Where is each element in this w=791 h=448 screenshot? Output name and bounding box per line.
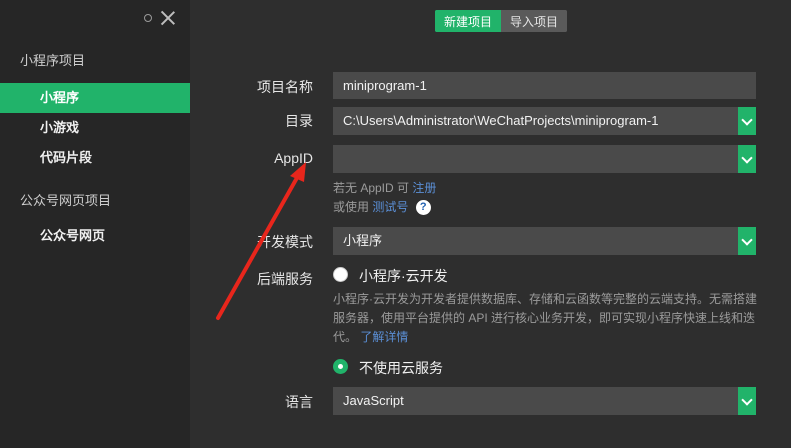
- appid-label: AppID: [274, 150, 313, 166]
- tab-new-project[interactable]: 新建项目: [435, 10, 502, 32]
- chevron-down-icon: [741, 233, 753, 246]
- close-icon[interactable]: [160, 10, 176, 26]
- dev-mode-value: 小程序: [343, 233, 383, 248]
- circle-icon[interactable]: [144, 14, 152, 22]
- directory-dropdown-button[interactable]: [738, 107, 756, 135]
- language-select[interactable]: JavaScript: [333, 387, 756, 415]
- learn-more-link[interactable]: 了解详情: [360, 330, 408, 344]
- dev-mode-select[interactable]: 小程序: [333, 227, 756, 255]
- sidebar: 小程序项目 小程序 小游戏 代码片段 公众号网页项目 公众号网页: [0, 0, 190, 448]
- language-dropdown-button[interactable]: [738, 387, 756, 415]
- project-mode-tabs: 新建项目 导入项目: [435, 10, 568, 32]
- project-name-label: 项目名称: [257, 79, 313, 95]
- cloud-dev-description: 小程序·云开发为开发者提供数据库、存储和云函数等完整的云端支持。无需搭建服务器，…: [333, 290, 763, 347]
- dev-mode-dropdown-button[interactable]: [738, 227, 756, 255]
- sidebar-item-official-webpage[interactable]: 公众号网页: [0, 221, 190, 251]
- language-label: 语言: [285, 394, 313, 410]
- sidebar-section-webpage: 公众号网页项目: [20, 193, 112, 208]
- tab-import-project[interactable]: 导入项目: [501, 10, 568, 32]
- directory-label: 目录: [285, 113, 313, 129]
- sidebar-item-miniprogram[interactable]: 小程序: [0, 83, 190, 113]
- sidebar-section-miniprogram: 小程序项目: [20, 53, 86, 68]
- appid-dropdown-button[interactable]: [738, 145, 756, 173]
- appid-select[interactable]: [333, 145, 756, 173]
- cloud-dev-label[interactable]: 小程序·云开发: [359, 266, 448, 286]
- chevron-down-icon: [741, 393, 753, 406]
- test-account-hint: 或使用 测试号 ?: [333, 198, 431, 216]
- help-icon[interactable]: ?: [415, 200, 431, 216]
- directory-value: C:\Users\Administrator\WeChatProjects\mi…: [343, 113, 659, 128]
- chevron-down-icon: [741, 151, 753, 164]
- appid-hint-text: 若无 AppID 可: [333, 181, 410, 195]
- language-value: JavaScript: [343, 393, 404, 408]
- window-controls: [144, 10, 176, 26]
- sidebar-item-minigame[interactable]: 小游戏: [0, 113, 190, 143]
- test-account-link[interactable]: 测试号: [372, 200, 408, 214]
- test-account-hint-text: 或使用: [333, 200, 370, 214]
- backend-service-label: 后端服务: [257, 271, 313, 287]
- appid-hint: 若无 AppID 可 注册: [333, 179, 436, 196]
- no-cloud-label[interactable]: 不使用云服务: [359, 358, 443, 378]
- chevron-down-icon: [741, 113, 753, 126]
- project-name-input[interactable]: miniprogram-1: [333, 72, 756, 99]
- no-cloud-radio[interactable]: [333, 359, 348, 374]
- dev-mode-label: 开发模式: [257, 234, 313, 250]
- directory-select[interactable]: C:\Users\Administrator\WeChatProjects\mi…: [333, 107, 756, 135]
- register-link[interactable]: 注册: [412, 181, 436, 195]
- cloud-dev-radio[interactable]: [333, 267, 348, 282]
- sidebar-item-code-snippet[interactable]: 代码片段: [0, 143, 190, 173]
